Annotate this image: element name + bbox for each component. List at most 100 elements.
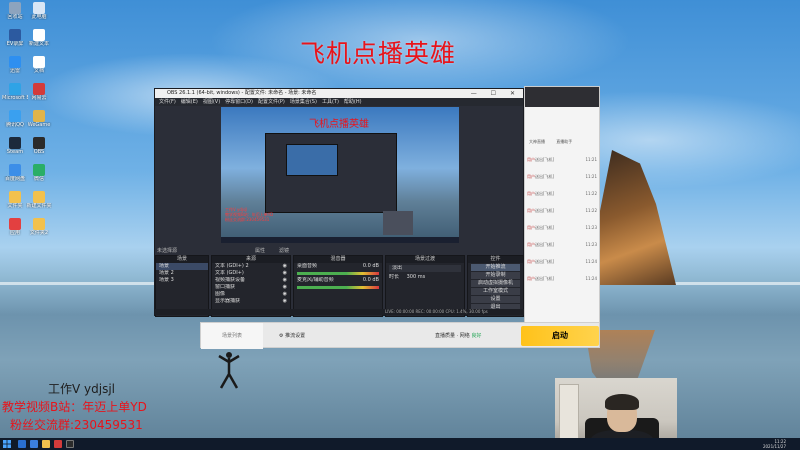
obs-menu-item[interactable]: 编辑(E) [181,99,198,105]
obs-control-button[interactable]: 开始推流 [471,264,520,271]
desktop-icon[interactable]: Steam [2,137,28,167]
windows-start-icon[interactable] [3,440,11,448]
eye-icon[interactable]: ◉ [283,298,287,305]
eye-icon[interactable]: ◉ [283,291,287,298]
app-icon [33,29,45,41]
mixer-meter-mic[interactable] [297,286,379,289]
eye-icon[interactable]: ◉ [283,284,287,291]
desktop-icon[interactable]: 百度网盘 [2,164,28,194]
taskbar-search-icon[interactable] [18,440,26,448]
obs-menubar[interactable]: 文件(F) 编辑(E) 视图(V) 停靠窗口(D) 配置文件(P) 场景集合(S) 工具(T… [155,98,523,106]
app-icon [9,83,21,95]
source-item[interactable]: 显示器捕获 ◉ [212,298,290,305]
obs-window[interactable]: OBS 26.1.1 (64-bit, windows) - 配置文件: 未命名… [154,88,525,317]
preview-taskbar [221,237,459,243]
eye-icon[interactable]: ◉ [283,270,287,277]
mixer-track-desktop: 桌面音频 0.0 dB [297,263,379,269]
desktop-icon-label: 文件夹2 [29,230,49,236]
source-item[interactable]: 文本 (GDI+) ◉ [212,270,290,277]
mixer-meter-desktop[interactable] [297,272,379,275]
desktop-icon-label: Steam [6,149,24,155]
obs-menu-item[interactable]: 配置文件(P) [258,99,285,105]
scenes-panel: 场景 场景 场景 2 场景 3 [155,255,209,317]
app-icon [33,164,45,176]
desktop-icon-label: 文件夹 [7,203,23,209]
desktop-icon[interactable]: Microsoft Edge [2,83,28,113]
desktop-icon[interactable]: 文件夹 [2,191,28,221]
side-app-tabs[interactable]: 大神直播 直播助手 [529,139,572,145]
sources-header: 来源 [212,256,290,263]
taskbar-app-icon[interactable] [54,440,62,448]
start-stream-button[interactable]: 启动 [521,326,599,346]
side-assistant-app[interactable]: 大神直播 直播助手 用户送出[飞机] 11:21 用户送出[飞机] 11:21 用户送出… [524,86,600,348]
obs-menu-item[interactable]: 场景集合(S) [290,99,317,105]
desktop-icon[interactable]: 应用 [2,218,28,248]
desktop-icon[interactable]: 此电脑 [26,2,52,32]
obs-control-button[interactable]: 工作室模式 [471,288,520,295]
desktop-icon[interactable]: 回收站 [2,2,28,32]
side-app-header [525,87,599,107]
scene-item[interactable]: 场景 2 [156,270,208,277]
contact-bilibili: 教学视频B站：年迈上单YD [2,400,147,414]
obs-control-button[interactable]: 设置 [471,296,520,303]
desktop-icon[interactable]: 网易云 [26,83,52,113]
app-icon [9,137,21,149]
tab-live[interactable]: 大神直播 [529,139,545,144]
obs-control-button[interactable]: 开始录制 [471,272,520,279]
taskbar-obs-icon[interactable] [66,440,74,448]
eye-icon[interactable]: ◉ [283,277,287,284]
desktop-icon-label: 百度网盘 [4,176,25,182]
preview-nested-obs-inner [286,144,338,176]
taskbar-edge-icon[interactable] [30,440,38,448]
chat-message: 用户送出[飞机] 11:23 [527,225,597,230]
desktop-icon[interactable]: EV录屏 [2,29,28,59]
transition-type-select[interactable]: 淡出 [389,265,461,272]
desktop-icon[interactable]: WeGame [26,110,52,140]
properties-button[interactable]: 属性 [255,247,265,254]
app-icon [33,56,45,68]
desktop-icon[interactable]: OBS [26,137,52,167]
desktop-icon[interactable]: 微信 [26,164,52,194]
obs-control-button[interactable]: 启动虚拟摄像机 [471,280,520,287]
source-item[interactable]: 视频捕获设备 ◉ [212,277,290,284]
app-icon [33,2,45,14]
desktop-icon-label: 迅雷 [9,68,20,74]
contact-overlay: 工作V ydjsjl 教学视频B站：年迈上单YD 粉丝交流群:230459531 [0,380,210,440]
source-item[interactable]: 图像 ◉ [212,291,290,298]
desktop-icon[interactable]: 文件夹2 [26,218,52,248]
desktop-icon[interactable]: 新建文件夹 [26,191,52,221]
source-item[interactable]: 文本 (GDI+) 2 ◉ [212,263,290,270]
desktop-icon[interactable]: 迅雷 [2,56,28,86]
obs-menu-item[interactable]: 停靠窗口(D) [225,99,253,105]
obs-menu-item[interactable]: 工具(T) [322,99,339,105]
scene-list-tab[interactable]: 场景列表 [201,323,263,349]
obs-menu-item[interactable]: 帮助(H) [344,99,362,105]
tab-assistant[interactable]: 直播助手 [556,139,572,144]
sources-panel: 来源 文本 (GDI+) 2 ◉ 文本 (GDI+) ◉ 视频捕获设备 ◉ 窗口捕获 ◉ 图像 ◉… [211,255,291,317]
taskbar-clock[interactable]: 11:22 2021/11/27 [763,439,786,449]
desktop-icon[interactable]: 文档 [26,56,52,86]
filters-button[interactable]: 滤镜 [279,247,289,254]
app-icon [33,110,45,122]
chat-message: 用户送出[飞机] 11:24 [527,259,597,264]
desktop-icon-label: 此电脑 [31,14,47,20]
chat-message: 用户送出[飞机] 11:22 [527,208,597,213]
obs-titlebar[interactable]: OBS 26.1.1 (64-bit, windows) - 配置文件: 未命名… [155,89,523,98]
transitions-panel: 场景过渡 淡出 时长 300 ms [385,255,465,317]
app-icon [9,110,21,122]
obs-preview[interactable]: 飞机点播英雄 工作V ydjsjl 教学视频B站：年迈上单YD 粉丝交流群:23… [221,107,459,243]
source-item[interactable]: 窗口捕获 ◉ [212,284,290,291]
obs-menu-item[interactable]: 文件(F) [159,99,176,105]
obs-menu-item[interactable]: 视图(V) [203,99,220,105]
desktop-icon-label: 应用 [9,230,20,236]
taskbar-folder-icon[interactable] [42,440,50,448]
desktop-icon[interactable]: 腾讯QQ [2,110,28,140]
stream-settings-link[interactable]: ⚙ 推流设置 [279,332,305,339]
scene-item[interactable]: 场景 [156,263,208,270]
scene-item[interactable]: 场景 3 [156,277,208,284]
stream-quality-indicator: 直播质量 · 网络 良好 [435,333,482,339]
transition-duration[interactable]: 时长 300 ms [386,274,464,281]
window-controls[interactable]: — ☐ ✕ [471,89,521,98]
desktop-icon[interactable]: 新建文本 [26,29,52,59]
eye-icon[interactable]: ◉ [283,263,287,270]
